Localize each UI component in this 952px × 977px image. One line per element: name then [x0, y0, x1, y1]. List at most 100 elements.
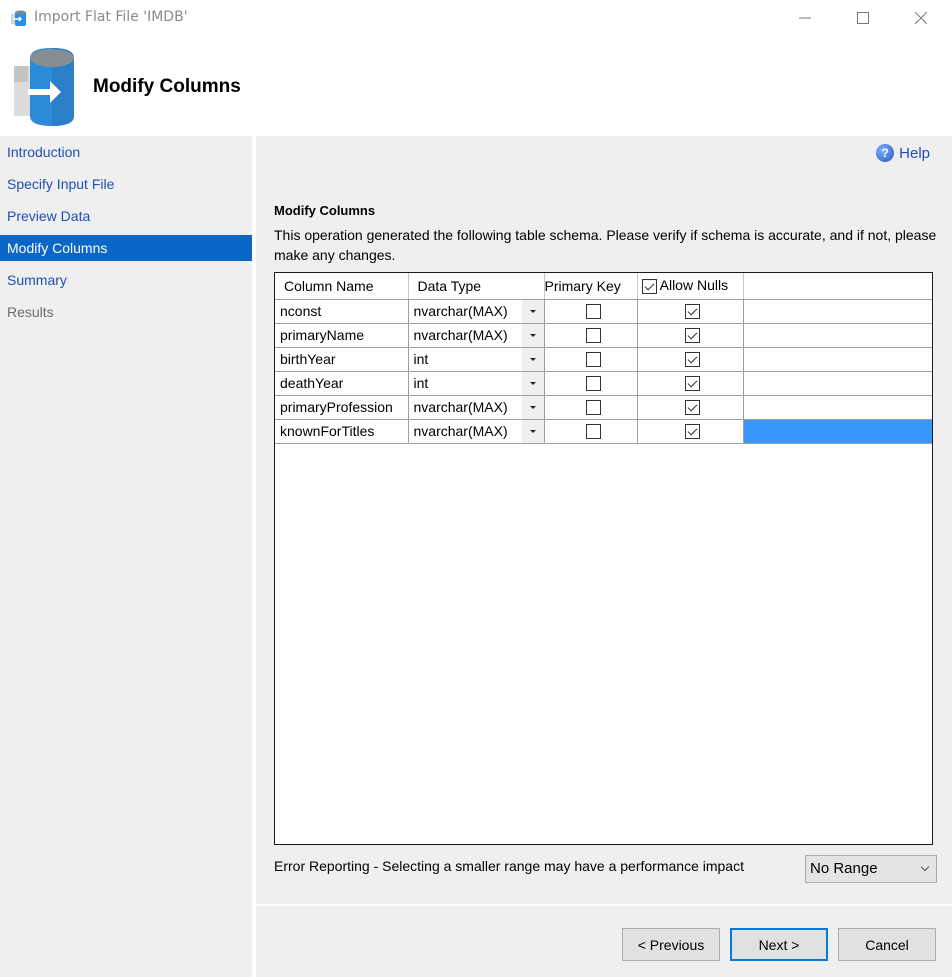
wizard-steps-sidebar: Introduction Specify Input File Preview …	[0, 136, 252, 977]
primary-key-checkbox[interactable]	[585, 400, 601, 416]
allow-nulls-cell	[636, 418, 744, 444]
caret-down-icon	[529, 429, 536, 433]
row-filler-cell[interactable]	[742, 394, 932, 420]
sidebar-item-preview-data[interactable]: Preview Data	[0, 200, 252, 232]
data-type-dropdown-button[interactable]	[521, 371, 544, 395]
caret-down-icon	[529, 381, 536, 385]
data-type-dropdown-button[interactable]	[521, 395, 544, 419]
column-name-cell[interactable]: deathYear	[275, 370, 409, 396]
primary-key-cell	[543, 418, 638, 444]
row-filler-cell[interactable]	[742, 322, 932, 348]
data-type-cell[interactable]: nvarchar(MAX)	[407, 298, 545, 324]
column-name-cell[interactable]: knownForTitles	[275, 418, 409, 444]
primary-key-checkbox[interactable]	[585, 352, 601, 368]
caret-down-icon	[529, 309, 536, 313]
data-type-value: nvarchar(MAX)	[413, 399, 508, 415]
row-filler-cell[interactable]	[742, 298, 932, 324]
column-name-cell[interactable]: birthYear	[275, 346, 409, 372]
sidebar-item-modify-columns[interactable]: Modify Columns	[0, 235, 252, 261]
data-type-value: nvarchar(MAX)	[413, 327, 508, 343]
allow-nulls-cell	[636, 298, 744, 324]
allow-nulls-cell	[636, 322, 744, 348]
sidebar-item-introduction[interactable]: Introduction	[0, 136, 252, 168]
table-row[interactable]: knownForTitles nvarchar(MAX)	[275, 418, 932, 444]
data-type-value: int	[413, 351, 429, 367]
column-header-column-name[interactable]: Column Name	[275, 273, 409, 300]
window-title: Import Flat File 'IMDB'	[34, 9, 188, 25]
data-type-cell[interactable]: int	[407, 370, 545, 396]
wizard-header: Modify Columns	[0, 36, 952, 136]
sidebar-item-summary[interactable]: Summary	[0, 264, 252, 296]
data-type-cell[interactable]: nvarchar(MAX)	[407, 322, 545, 348]
allow-nulls-checkbox[interactable]	[685, 328, 700, 344]
minimize-icon	[799, 17, 811, 19]
primary-key-cell	[543, 370, 638, 396]
data-type-cell[interactable]: int	[407, 346, 545, 372]
table-row[interactable]: primaryProfession nvarchar(MAX)	[275, 394, 932, 420]
row-filler-cell[interactable]	[742, 346, 932, 372]
primary-key-checkbox[interactable]	[585, 304, 601, 320]
table-row[interactable]: birthYear int	[275, 346, 932, 372]
previous-button[interactable]: < Previous	[622, 928, 720, 961]
column-header-data-type[interactable]: Data Type	[408, 273, 545, 300]
data-type-cell[interactable]: nvarchar(MAX)	[407, 418, 545, 444]
allow-nulls-checkbox[interactable]	[685, 424, 700, 440]
help-icon: ?	[876, 144, 895, 162]
caret-down-icon	[529, 405, 536, 409]
allow-nulls-checkbox[interactable]	[685, 376, 700, 392]
help-label: Help	[899, 144, 930, 162]
data-type-dropdown-button[interactable]	[521, 299, 544, 323]
maximize-icon	[857, 12, 869, 24]
close-button[interactable]	[892, 0, 950, 36]
primary-key-cell	[543, 322, 638, 348]
minimize-button[interactable]	[776, 0, 834, 36]
primary-key-cell	[543, 394, 638, 420]
allow-nulls-header-label: Allow Nulls	[659, 277, 729, 294]
column-header-allow-nulls[interactable]: Allow Nulls	[637, 273, 744, 300]
allow-nulls-cell	[636, 370, 744, 396]
error-range-dropdown[interactable]: No Range	[805, 855, 937, 883]
allow-nulls-cell	[636, 346, 744, 372]
data-type-dropdown-button[interactable]	[521, 347, 544, 371]
allow-nulls-checkbox[interactable]	[685, 400, 700, 416]
grid-header-row: Column Name Data Type Primary Key Allow …	[275, 273, 932, 300]
allow-nulls-checkbox[interactable]	[685, 304, 700, 320]
column-name-cell[interactable]: primaryName	[275, 322, 409, 348]
next-button[interactable]: Next >	[730, 928, 828, 961]
section-description: This operation generated the following t…	[274, 227, 937, 263]
data-type-value: int	[413, 375, 429, 391]
row-filler-cell[interactable]	[742, 370, 932, 396]
table-row[interactable]: nconst nvarchar(MAX)	[275, 298, 932, 324]
cancel-button[interactable]: Cancel	[838, 928, 936, 961]
data-type-dropdown-button[interactable]	[521, 323, 544, 347]
allow-nulls-all-checkbox[interactable]	[641, 279, 657, 295]
table-row[interactable]: deathYear int	[275, 370, 932, 396]
allow-nulls-checkbox[interactable]	[685, 352, 700, 368]
help-link[interactable]: ? Help	[876, 144, 930, 162]
database-import-icon	[14, 48, 74, 126]
primary-key-checkbox[interactable]	[585, 376, 601, 392]
row-filler-cell[interactable]	[742, 418, 932, 444]
table-row[interactable]: primaryName nvarchar(MAX)	[275, 322, 932, 348]
column-header-primary-key[interactable]: Primary Key	[544, 273, 638, 300]
primary-key-checkbox[interactable]	[585, 424, 601, 440]
title-bar: Import Flat File 'IMDB'	[0, 0, 952, 36]
schema-grid[interactable]: Column Name Data Type Primary Key Allow …	[274, 272, 933, 845]
primary-key-checkbox[interactable]	[585, 328, 601, 344]
caret-down-icon	[529, 333, 536, 337]
column-header-filler	[743, 273, 932, 300]
maximize-button[interactable]	[834, 0, 892, 36]
chevron-down-icon	[920, 862, 930, 872]
data-type-dropdown-button[interactable]	[521, 419, 544, 443]
primary-key-cell	[543, 298, 638, 324]
column-name-cell[interactable]: nconst	[275, 298, 409, 324]
sidebar-item-results: Results	[7, 304, 54, 320]
section-title: Modify Columns	[274, 203, 376, 218]
wizard-footer: < Previous Next > Cancel	[256, 906, 952, 977]
sidebar-item-specify-input-file[interactable]: Specify Input File	[0, 168, 252, 200]
column-name-cell[interactable]: primaryProfession	[275, 394, 409, 420]
primary-key-cell	[543, 346, 638, 372]
error-reporting-label: Error Reporting - Selecting a smaller ra…	[274, 858, 744, 874]
data-type-cell[interactable]: nvarchar(MAX)	[407, 394, 545, 420]
caret-down-icon	[529, 357, 536, 361]
